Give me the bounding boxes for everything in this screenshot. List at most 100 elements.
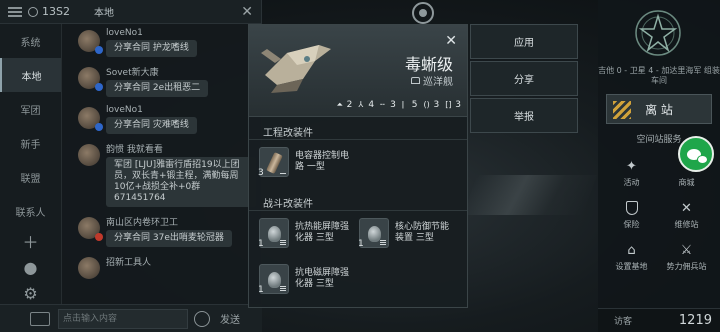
tab-system[interactable]: 系统 (0, 24, 61, 58)
compass-icon[interactable] (412, 2, 434, 24)
chat-input[interactable]: 点击输入内容 (58, 308, 188, 329)
message-bubble[interactable]: 分享合同 护龙嗜线 (106, 40, 197, 57)
slot-high: ⏶ 2 (336, 100, 353, 110)
chat-panel: 13S2 本地 ✕ 系统 本地 军团 新手 联盟 联系人 ＋ ● ⚙ loveN… (0, 0, 262, 332)
chat-tabs: 系统 本地 军团 新手 联盟 联系人 ＋ ● ⚙ (0, 24, 62, 332)
turret-icon: ⅄ (358, 100, 364, 109)
service-insurance[interactable]: 保险 (604, 194, 659, 230)
close-icon[interactable]: ✕ (445, 33, 457, 49)
services-grid: ✦ 活动 商城 保险 ✕ 维修站 ⌂ 设置基地 ⚔ 势力佣兵站 (604, 152, 714, 272)
repair-icon: ✕ (681, 200, 692, 216)
person-icon (28, 6, 38, 17)
sender-name: 南山区内卷环卫工 (106, 218, 179, 228)
avatar[interactable] (78, 217, 103, 241)
service-mercenary[interactable]: ⚔ 势力佣兵站 (659, 236, 714, 272)
low-slot-icon: ╌ (380, 100, 385, 109)
base-icon: ⌂ (627, 242, 636, 258)
add-icon[interactable]: ＋ (0, 228, 61, 254)
module-item[interactable]: 1 核心防御节能装置 三型 (358, 213, 459, 253)
party-icon: ✦ (626, 158, 637, 174)
background-ship (462, 175, 598, 215)
share-button[interactable]: 分享 (470, 61, 578, 96)
keyboard-icon[interactable] (30, 311, 50, 326)
list-item: loveNo1 分享合同 灾难嗜线 (66, 103, 260, 134)
module-label: 核心防御节能装置 三型 (395, 222, 450, 243)
rig-icon: ǀ (401, 100, 405, 109)
apply-button[interactable]: 应用 (470, 24, 578, 59)
send-button[interactable]: 发送 (220, 311, 240, 326)
message-bubble[interactable]: 分享合同 灾难嗜线 (106, 117, 197, 134)
slot-drone: () 3 (423, 100, 440, 110)
tab-corp[interactable]: 军团 (0, 92, 61, 126)
message-list: loveNo1 分享合同 护龙嗜线 Sovet新大康 分享合同 2e出租恶二 l… (66, 26, 260, 304)
engineering-section-title: 工程改装件 (263, 128, 313, 139)
ship-image (261, 45, 331, 93)
action-menu: 应用 分享 举报 (470, 24, 578, 135)
list-item: 韵惯 我就看看 军团 [LJU]雅雷行盾招19以上团员，双长青+锻主程，满勤每周… (66, 140, 260, 207)
bracket-icon: [] (445, 100, 452, 109)
chat-header: 13S2 本地 ✕ (0, 0, 261, 24)
profile-icon[interactable]: ● (0, 254, 61, 280)
high-slot-icon: ⏶ (336, 100, 343, 109)
sender-name: 韵惯 我就看看 (106, 145, 163, 155)
store-icon (679, 158, 695, 174)
undock-button[interactable]: 离 站 (606, 94, 712, 124)
sender-name: loveNo1 (106, 105, 143, 115)
shield-module-icon: 1 (358, 218, 389, 249)
avatar[interactable] (78, 144, 100, 166)
avatar[interactable] (78, 67, 103, 91)
message-bubble[interactable]: 军团 [LJU]雅雷行盾招19以上团员，双长青+锻主程，满勤每周10亿+战损全补… (106, 157, 256, 207)
sender-name: 招新工具人 (106, 258, 152, 268)
avatar[interactable] (78, 107, 103, 131)
service-repair[interactable]: ✕ 维修站 (659, 194, 714, 230)
ship-name: 毒蜥级 (404, 55, 453, 74)
module-label: 电容器控制电路 一型 (295, 151, 350, 172)
avatar[interactable] (78, 30, 103, 54)
settings-icon[interactable]: ⚙ (0, 280, 61, 306)
service-store[interactable]: 商城 (659, 152, 714, 188)
drone-icon: () (423, 100, 430, 109)
chat-input-bar: 点击输入内容 发送 (0, 304, 262, 332)
emoji-icon[interactable] (194, 310, 210, 327)
list-item: loveNo1 分享合同 护龙嗜线 (66, 26, 260, 57)
report-button[interactable]: 举报 (470, 98, 578, 133)
slot-low: ╌ 3 (380, 100, 396, 110)
menu-icon[interactable] (8, 5, 22, 19)
station-location: 吉他 0 - 卫星 4 - 加达里海军 组装车间 (598, 66, 720, 85)
slot-rig: ǀ5 (401, 100, 418, 110)
visitor-count: 1219 (678, 313, 712, 328)
chat-channel-title: 本地 (93, 8, 114, 19)
faction-emblem-icon (635, 10, 681, 56)
list-item: 招新工具人 (66, 253, 260, 279)
slot-summary: ⏶ 2 ⅄ 4 ╌ 3 ǀ5 () 3 [] 3 (337, 100, 461, 110)
combat-section-title: 战斗改装件 (263, 199, 313, 210)
combat-modules: 1 抗热能屏障强化器 三型 1 核心防御节能装置 三型 1 抗电磁屏障强化器 三… (249, 211, 467, 305)
shield-module-icon: 1 (258, 218, 289, 249)
service-base[interactable]: ⌂ 设置基地 (604, 236, 659, 272)
module-item[interactable]: 3 电容器控制电路 一型 (258, 142, 359, 182)
ship-header: ✕ 毒蜥级 巡洋舰 ⏶ 2 ⅄ 4 ╌ 3 ǀ5 () 3 [] 3 (249, 25, 467, 117)
module-label: 抗热能屏障强化器 三型 (295, 222, 350, 243)
sender-name: Sovet新大康 (106, 68, 159, 78)
visitor-label: 访客 (614, 317, 633, 327)
service-events[interactable]: ✦ 活动 (604, 152, 659, 188)
tab-newbie[interactable]: 新手 (0, 126, 61, 160)
close-icon[interactable]: ✕ (241, 4, 253, 20)
shield-module-icon: 1 (258, 264, 289, 295)
visitor-bar: 访客 1219 (598, 308, 720, 332)
module-label: 抗电磁屏障强化器 三型 (295, 268, 350, 289)
tab-alliance[interactable]: 联盟 (0, 160, 61, 194)
slot-mid: ⅄ 4 (358, 100, 375, 110)
tab-local[interactable]: 本地 (0, 58, 61, 92)
ship-class: 巡洋舰 (411, 73, 453, 88)
message-bubble[interactable]: 分享合同 37e出哨麦轮冠器 (106, 230, 232, 247)
insurance-icon (624, 200, 640, 216)
avatar[interactable] (78, 257, 100, 279)
message-bubble[interactable]: 分享合同 2e出租恶二 (106, 80, 209, 97)
sender-name: loveNo1 (106, 28, 143, 38)
ship-detail-modal: ✕ 毒蜥级 巡洋舰 ⏶ 2 ⅄ 4 ╌ 3 ǀ5 () 3 [] 3 工程改装件 3 电容… (248, 24, 468, 308)
module-item[interactable]: 1 抗电磁屏障强化器 三型 (258, 259, 359, 299)
online-count: 13S2 (28, 5, 70, 18)
tab-contacts[interactable]: 联系人 (0, 194, 61, 228)
module-item[interactable]: 1 抗热能屏障强化器 三型 (258, 213, 359, 253)
